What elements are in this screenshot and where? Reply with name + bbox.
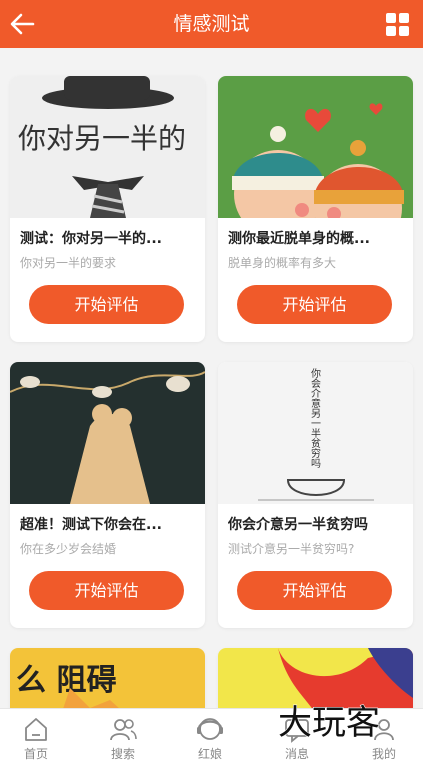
watermark-text: 大玩客 xyxy=(278,703,380,743)
page-title: 情感测试 xyxy=(173,13,250,35)
card-subtitle: 你对另一半的要求 xyxy=(20,256,117,270)
card-thumbnail: 你对另一半的 xyxy=(10,76,205,218)
hat-tie-illustration: 你对另一半的 xyxy=(18,76,186,218)
start-evaluation-button[interactable]: 开始评估 xyxy=(29,285,184,324)
card-subtitle: 你在多少岁会结婚 xyxy=(20,542,117,556)
card-title: 测试：你对另一半的... xyxy=(20,231,162,247)
card-title: 测你最近脱单身的概... xyxy=(228,231,370,247)
card-thumb-text: 你对另一半的 xyxy=(18,122,186,155)
card-subtitle: 测试介意另一半贫穷吗? xyxy=(228,542,355,556)
tab-label: 我的 xyxy=(371,747,396,761)
card-thumb-text: 么 阻碍 xyxy=(16,663,116,698)
card-thumbnail xyxy=(10,362,205,504)
tab-label: 首页 xyxy=(23,747,48,761)
test-card[interactable]: 测你最近脱单身的概... 脱单身的概率有多大 开始评估 xyxy=(218,76,413,342)
tab-label: 红娘 xyxy=(197,747,222,761)
test-card[interactable]: 超准！测试下你会在... 你在多少岁会结婚 开始评估 xyxy=(10,362,205,628)
card-subtitle: 脱单身的概率有多大 xyxy=(228,256,337,270)
tab-matchmaker[interactable]: 红娘 xyxy=(168,709,252,762)
tab-home[interactable]: 首页 xyxy=(0,709,78,762)
card-thumbnail xyxy=(218,76,413,218)
start-evaluation-button[interactable]: 开始评估 xyxy=(237,285,392,324)
tab-label: 搜索 xyxy=(110,747,135,761)
couple-silhouette-illustration xyxy=(10,371,205,504)
watermark: 大玩客 xyxy=(277,702,380,743)
card-title: 你会介意另一半贫穷吗 xyxy=(228,517,368,533)
top-bar: 情感测试 xyxy=(0,0,423,48)
bowl-illustration: 你会介意另一半贫穷吗 xyxy=(258,367,374,501)
users-icon xyxy=(110,719,137,741)
grid-menu-icon[interactable] xyxy=(386,13,410,37)
couple-hats-illustration xyxy=(232,103,404,218)
card-thumbnail: 你会介意另一半贫穷吗 xyxy=(218,362,413,504)
start-evaluation-button[interactable]: 开始评估 xyxy=(29,571,184,610)
home-icon xyxy=(25,718,47,741)
card-thumb-text: 你会介意另一半贫穷吗 xyxy=(309,367,321,469)
test-card[interactable]: 你会介意另一半贫穷吗 你会介意另一半贫穷吗 测试介意另一半贫穷吗? 开始评估 xyxy=(218,362,413,628)
matchmaker-icon xyxy=(197,718,223,740)
tab-search[interactable]: 搜索 xyxy=(81,709,165,762)
card-title: 超准！测试下你会在... xyxy=(20,517,162,533)
start-evaluation-button[interactable]: 开始评估 xyxy=(237,571,392,610)
test-card[interactable]: 你对另一半的 测试：你对另一半的... 你对另一半的要求 开始评估 xyxy=(10,76,205,342)
tab-label: 消息 xyxy=(284,747,309,761)
